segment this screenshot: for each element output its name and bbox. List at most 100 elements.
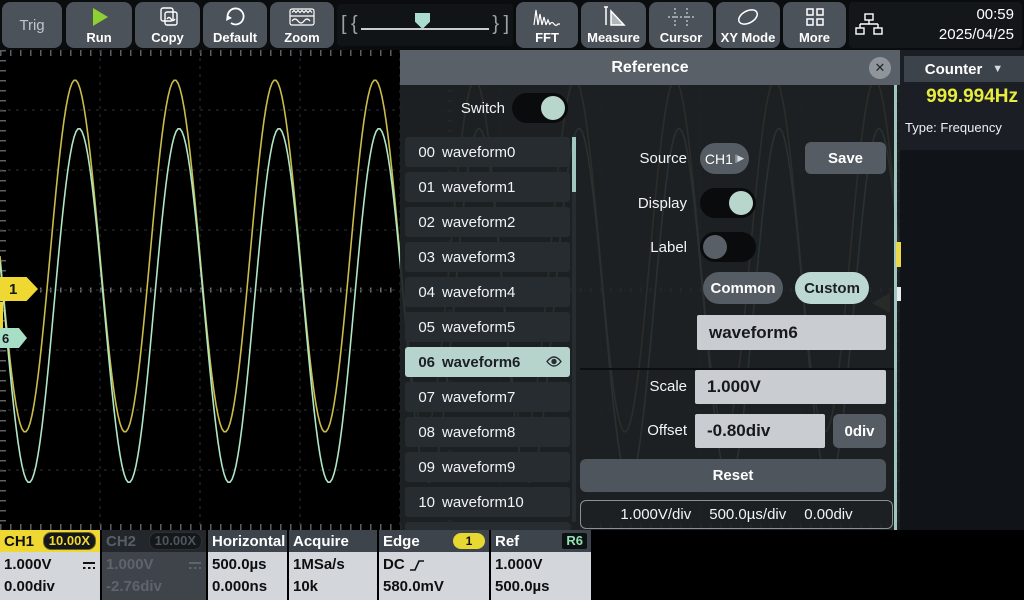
list-item-selected[interactable]: 06waveform6 [405,347,570,377]
list-item[interactable]: 01waveform1 [405,172,570,202]
list-item[interactable]: 03waveform3 [405,242,570,272]
dialog-title: Reference [611,59,688,77]
status-offset: 0.00div [804,506,852,523]
run-label: Run [86,30,111,45]
counter-header[interactable]: Counter ▼ [904,56,1024,82]
ch1-offset-sliver [0,302,3,328]
cursor-icon [666,4,696,30]
list-item[interactable]: 09waveform9 [405,452,570,482]
ch1-probe-badge: 10.00X [43,532,96,550]
fft-icon [532,4,562,30]
list-item[interactable]: 05waveform5 [405,312,570,342]
waveform-name-input[interactable]: waveform6 [697,315,886,350]
switch-label: Switch [400,100,505,117]
list-item[interactable]: 04waveform4 [405,277,570,307]
timeline-line [361,28,489,30]
copy-icon [156,4,180,30]
ch1-offset: 0.00div [4,576,96,598]
reference-switch-toggle[interactable] [512,93,568,123]
list-item[interactable]: 02waveform2 [405,207,570,237]
save-button[interactable]: Save [805,142,886,174]
more-label: More [799,30,830,45]
custom-button[interactable]: Custom [795,272,869,304]
brace-left-icon: { [351,13,358,36]
acquire-title: Acquire [289,530,377,552]
right-center-tick [897,287,901,301]
offset-label: Offset [580,422,687,439]
measure-button[interactable]: Measure [581,2,646,48]
acquire-status-block[interactable]: Acquire 1MSa/s 10k [289,530,377,600]
ch2-name: CH2 [106,533,136,550]
list-scrollbar-thumb[interactable] [572,137,576,192]
list-item[interactable]: 08waveform8 [405,417,570,447]
fft-button[interactable]: FFT [516,2,578,48]
bottom-status-bar: CH1 10.00X 1.000V 0.00div CH2 10.00X 1.0… [0,530,1024,600]
fft-label: FFT [535,30,559,45]
eye-icon [546,355,562,368]
clock-time: 00:59 [976,6,1014,23]
ch1-name: CH1 [4,533,34,550]
source-value: CH1 [705,151,733,167]
common-button[interactable]: Common [703,272,783,304]
xy-mode-label: XY Mode [721,30,776,45]
waveform-list: 00waveform0 01waveform1 02waveform2 03wa… [405,137,570,522]
ref-slot-badge: R6 [562,533,587,549]
horizontal-position-bar[interactable]: [ { } ] [337,4,513,46]
zero-div-button[interactable]: 0div [833,414,886,448]
cursor-button[interactable]: Cursor [649,2,713,48]
status-clock-panel[interactable]: 00:59 2025/04/25 [849,2,1022,48]
right-sidebar: Counter ▼ 999.994Hz Type: Frequency [900,50,1024,530]
dropdown-caret-icon: |▶ [735,153,744,164]
edge-level: 580.0mV [383,576,485,598]
cursor-label: Cursor [660,30,703,45]
reference-dialog-header: Reference ✕ [400,50,900,85]
chevron-down-icon: ▼ [992,63,1003,75]
ch2-scale: 1.000V [106,554,154,576]
measure-label: Measure [587,30,640,45]
oscilloscope-screen: Trig Run Copy [0,0,1024,600]
list-item[interactable]: 10waveform10 [405,487,570,517]
scale-input[interactable]: 1.000V [695,370,886,404]
list-scrollbar[interactable] [572,137,576,522]
trig-button[interactable]: Trig [2,2,62,48]
source-label: Source [580,150,687,167]
horizontal-status-block[interactable]: Horizontal 500.0µs 0.000ns [208,530,287,600]
bracket-right-icon: ] [503,13,509,36]
run-icon [88,4,110,30]
ref-scale: 1.000V [495,554,587,576]
counter-value: 999.994Hz [926,86,1018,108]
ch1-status-block[interactable]: CH1 10.00X 1.000V 0.00div [0,530,100,600]
ch2-probe-badge: 10.00X [149,532,202,550]
default-icon [223,4,247,30]
trigger-status-block[interactable]: Edge 1 DC 580.0mV [379,530,489,600]
list-item[interactable]: 00waveform0 [405,137,570,167]
status-vdiv: 1.000V/div [620,506,691,523]
xy-mode-button[interactable]: XY Mode [716,2,780,48]
trigger-level-bar[interactable] [896,242,901,267]
measure-icon [601,4,627,30]
more-button[interactable]: More [783,2,846,48]
clock-date: 2025/04/25 [939,26,1014,43]
brace-right-icon: } [492,13,499,36]
rising-edge-icon [409,558,425,572]
offset-input[interactable]: -0.80div [695,414,825,448]
zoom-button[interactable]: Zoom [270,2,334,48]
default-button[interactable]: Default [203,2,267,48]
display-toggle[interactable] [700,188,756,218]
dc-coupling-icon [82,561,96,570]
close-icon[interactable]: ✕ [869,57,891,79]
label-toggle[interactable] [700,232,756,262]
zoom-label: Zoom [284,30,319,45]
list-item[interactable]: 07waveform7 [405,382,570,412]
source-select[interactable]: CH1 |▶ [700,143,749,174]
copy-label: Copy [151,30,184,45]
ref-status-block[interactable]: Ref R6 1.000V 500.0µs [491,530,591,600]
network-icon [855,12,883,38]
run-button[interactable]: Run [66,2,132,48]
reset-button[interactable]: Reset [580,459,886,492]
trigger-position-marker[interactable] [415,13,430,29]
ref-title: Ref [495,533,519,550]
dc-coupling-icon [188,561,202,570]
ch2-status-block[interactable]: CH2 10.00X 1.000V -2.76div [102,530,206,600]
copy-button[interactable]: Copy [135,2,200,48]
